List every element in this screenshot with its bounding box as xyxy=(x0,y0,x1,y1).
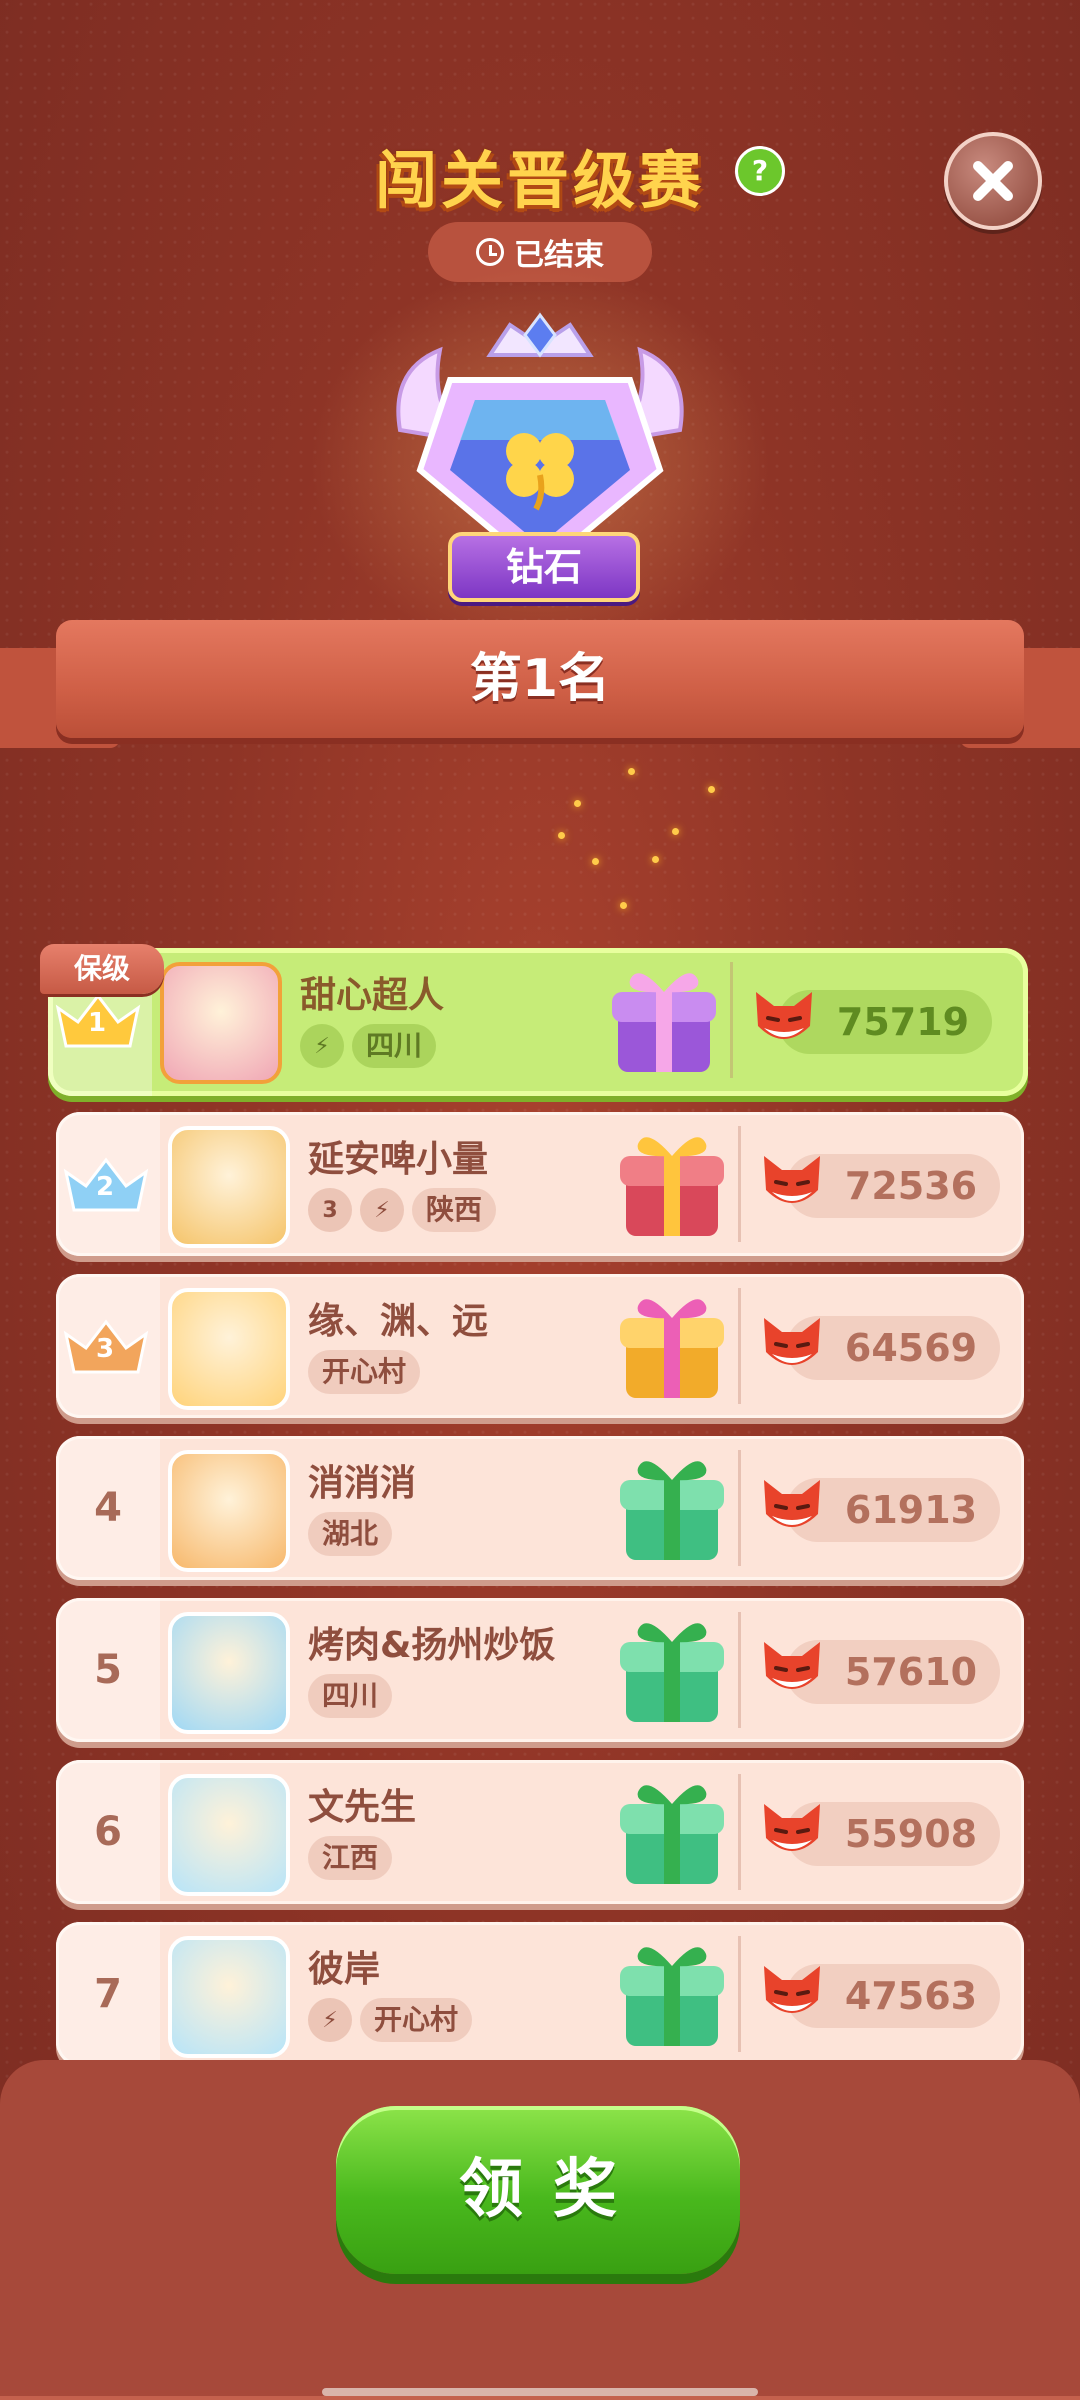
player-tags: ⚡ 开心村 xyxy=(308,1998,473,2042)
player-avatar[interactable] xyxy=(168,1288,290,1410)
player-score: 75719 xyxy=(836,1000,970,1044)
gift-box-icon[interactable] xyxy=(616,1774,728,1890)
player-score: 57610 xyxy=(844,1650,978,1694)
column-divider xyxy=(738,1288,741,1404)
player-name: 延安啤小量 xyxy=(308,1139,489,1180)
sparkle xyxy=(620,902,627,909)
player-name: 缘、渊、远 xyxy=(308,1301,489,1342)
rank-number: 1 xyxy=(88,1008,107,1038)
region-tag: 陕西 xyxy=(412,1188,497,1232)
rank-number: 7 xyxy=(94,1971,122,2017)
rank-number: 4 xyxy=(94,1485,122,1531)
player-avatar[interactable] xyxy=(168,1612,290,1734)
sparkle xyxy=(652,856,659,863)
player-name: 烤肉&扬州炒饭 xyxy=(308,1625,556,1666)
player-name: 文先生 xyxy=(308,1787,417,1828)
sparkle xyxy=(628,768,635,775)
player-score: 55908 xyxy=(844,1812,978,1856)
player-tags: 四川 xyxy=(308,1674,393,1718)
energy-icon: ⚡ xyxy=(300,1024,344,1068)
gift-box-icon[interactable] xyxy=(608,962,720,1078)
player-avatar[interactable] xyxy=(168,1774,290,1896)
level-badge-icon: 3 xyxy=(308,1188,352,1232)
player-score: 72536 xyxy=(844,1164,978,1208)
region-tag: 四川 xyxy=(308,1674,393,1718)
player-tags: 3 ⚡ 陕西 xyxy=(308,1188,497,1232)
leaderboard-row[interactable]: 5 烤肉&扬州炒饭 四川 57610 xyxy=(56,1598,1024,1742)
fox-icon xyxy=(764,1642,820,1689)
region-tag: 开心村 xyxy=(360,1998,473,2042)
rank-number: 3 xyxy=(96,1334,115,1364)
player-tags: ⚡ 四川 xyxy=(300,1024,437,1068)
column-divider xyxy=(738,1450,741,1566)
event-title: 闯关晋级赛 xyxy=(374,144,705,217)
player-name: 甜心超人 xyxy=(300,975,445,1016)
help-icon[interactable]: ? xyxy=(735,146,785,196)
sparkle xyxy=(558,832,565,839)
leaderboard-row[interactable]: 2 延安啤小量 3 ⚡ 陕西 72536 xyxy=(56,1112,1024,1256)
rank-number: 5 xyxy=(94,1647,122,1693)
energy-icon: ⚡ xyxy=(308,1998,352,2042)
leaderboard-row[interactable]: 6 文先生江西 55908 xyxy=(56,1760,1024,1904)
player-tags: 江西 xyxy=(308,1836,393,1880)
leaderboard-row[interactable]: 7 彼岸 ⚡ 开心村 47563 xyxy=(56,1922,1024,2066)
region-tag: 开心村 xyxy=(308,1350,421,1394)
rank-number: 6 xyxy=(94,1809,122,1855)
gift-box-icon[interactable] xyxy=(616,1936,728,2052)
sparkle xyxy=(592,858,599,865)
claim-reward-button[interactable]: 领奖 xyxy=(336,2106,740,2274)
gift-box-icon[interactable] xyxy=(616,1288,728,1404)
column-divider xyxy=(738,1612,741,1728)
gift-box-icon[interactable] xyxy=(616,1450,728,1566)
gift-box-icon[interactable] xyxy=(616,1612,728,1728)
fox-icon xyxy=(764,1966,820,2013)
gift-box-icon[interactable] xyxy=(616,1126,728,1242)
leaderboard-row[interactable]: 4 消消消湖北 61913 xyxy=(56,1436,1024,1580)
region-tag: 江西 xyxy=(308,1836,393,1880)
region-tag: 湖北 xyxy=(308,1512,393,1556)
sparkle xyxy=(708,786,715,793)
fox-icon xyxy=(764,1156,820,1203)
player-score: 47563 xyxy=(844,1974,978,2018)
home-indicator xyxy=(322,2388,758,2396)
sparkle xyxy=(672,828,679,835)
leaderboard-row[interactable]: 3 缘、渊、远开心村 64569 xyxy=(56,1274,1024,1418)
player-tags: 湖北 xyxy=(308,1512,393,1556)
close-icon xyxy=(973,161,1013,201)
column-divider xyxy=(738,1936,741,2052)
column-divider xyxy=(738,1126,741,1242)
player-avatar[interactable] xyxy=(160,962,282,1084)
keep-level-tag: 保级 xyxy=(40,944,164,994)
column-divider xyxy=(730,962,733,1078)
player-score: 61913 xyxy=(844,1488,978,1532)
player-avatar[interactable] xyxy=(168,1126,290,1248)
leaderboard-row[interactable]: 1 甜心超人 ⚡ 四川 75719 xyxy=(48,948,1028,1096)
fox-icon xyxy=(764,1318,820,1365)
rank-banner: 第1名 xyxy=(56,620,1024,738)
player-avatar[interactable] xyxy=(168,1450,290,1572)
player-avatar[interactable] xyxy=(168,1936,290,2058)
tier-label: 钻石 xyxy=(448,532,640,602)
fox-icon xyxy=(764,1480,820,1527)
fox-icon xyxy=(756,992,812,1039)
player-tags: 开心村 xyxy=(308,1350,421,1394)
energy-icon: ⚡ xyxy=(360,1188,404,1232)
player-name: 彼岸 xyxy=(308,1949,381,1990)
close-button[interactable] xyxy=(944,132,1042,230)
column-divider xyxy=(738,1774,741,1890)
player-score: 64569 xyxy=(844,1326,978,1370)
fox-icon xyxy=(764,1804,820,1851)
region-tag: 四川 xyxy=(352,1024,437,1068)
sparkle xyxy=(574,800,581,807)
player-name: 消消消 xyxy=(308,1463,417,1504)
rank-number: 2 xyxy=(96,1172,115,1202)
